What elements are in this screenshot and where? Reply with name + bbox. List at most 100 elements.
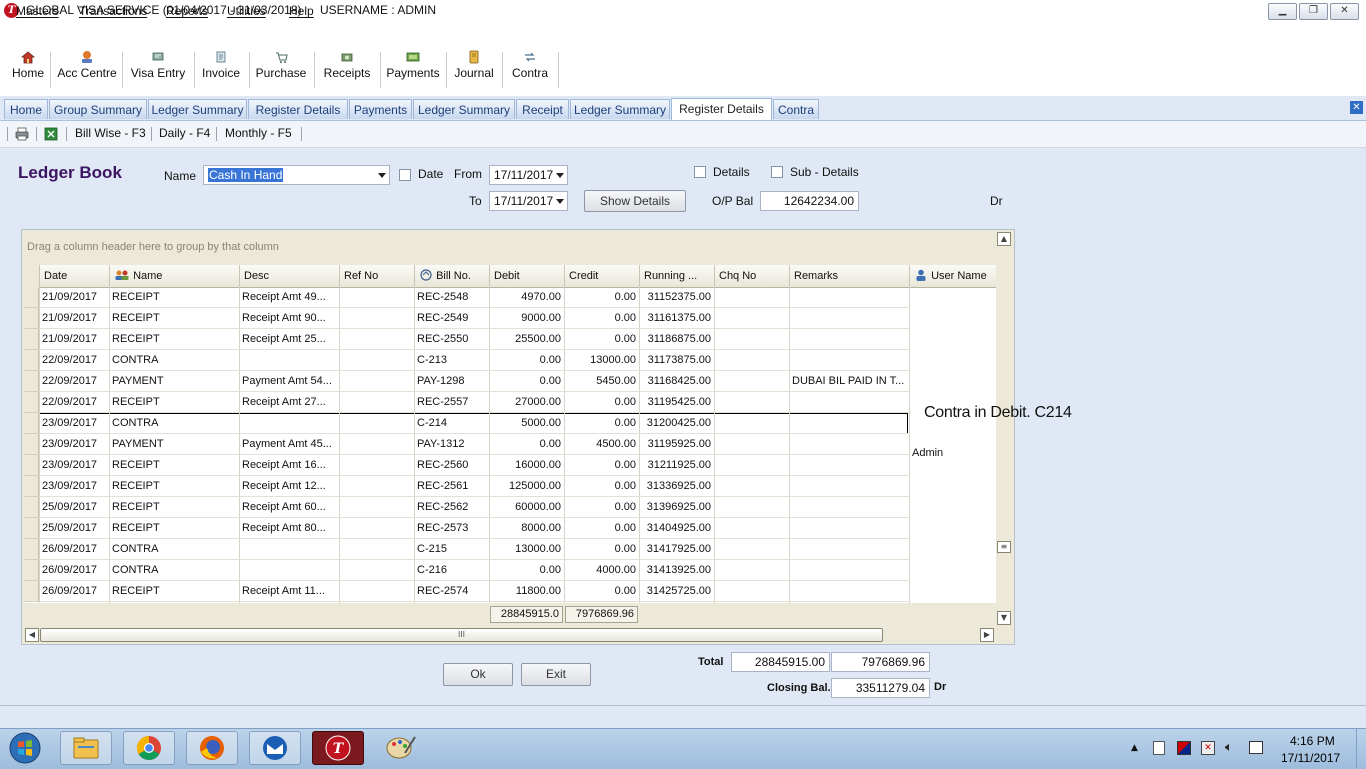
row-selector[interactable] [24, 434, 39, 455]
row-selector[interactable] [24, 539, 39, 560]
print-icon[interactable] [14, 126, 30, 142]
row-selector[interactable] [24, 581, 39, 602]
ledger-name-combobox[interactable]: Cash In Hand [203, 165, 390, 185]
table-row[interactable]: 25/09/2017 RECEIPT Receipt Amt 60... REC-25… [24, 497, 996, 518]
tray-network-icon[interactable]: ✕ [1201, 741, 1215, 755]
table-row[interactable]: 26/09/2017 CONTRA C-215 13000.00 0.00 3141792… [24, 539, 996, 560]
row-selector[interactable] [24, 476, 39, 497]
tab-group-summary[interactable]: Group Summary [49, 99, 147, 119]
toolbar-home-button[interactable]: Home [8, 50, 48, 90]
tab-register-details[interactable]: Register Details [248, 99, 348, 119]
chrome-icon[interactable] [123, 731, 175, 765]
scroll-right-icon[interactable]: ▶ [980, 628, 994, 642]
minimize-button[interactable]: ▁ [1268, 3, 1297, 20]
details-checkbox[interactable] [694, 166, 706, 178]
row-selector[interactable] [24, 392, 39, 413]
daily-button[interactable]: Daily - F4 [159, 126, 210, 140]
toolbar-invoice-button[interactable]: Invoice [198, 50, 244, 90]
date-checkbox[interactable] [399, 169, 411, 181]
column-header-desc[interactable]: Desc [239, 265, 339, 287]
table-row-selected[interactable]: 23/09/2017 CONTRA C-214 5000.00 0.00 31200425… [24, 413, 996, 434]
toolbar-visa-entry-button[interactable]: Visa Entry [128, 50, 188, 90]
scroll-thumb[interactable]: ≡ [997, 541, 1011, 553]
chevron-down-icon[interactable] [556, 173, 564, 178]
row-selector[interactable] [24, 560, 39, 581]
table-row[interactable]: 21/09/2017 RECEIPT Receipt Amt 49... REC-25… [24, 287, 996, 308]
table-row[interactable]: 25/09/2017 RECEIPT Receipt Amt 80... REC-25… [24, 518, 996, 539]
clock-date[interactable]: 17/11/2017 [1281, 751, 1340, 765]
tray-flag-icon[interactable] [1177, 741, 1191, 755]
scroll-up-icon[interactable]: ▲ [997, 232, 1011, 246]
ok-button[interactable]: Ok [443, 663, 513, 686]
toolbar-receipts-button[interactable]: Receipts [320, 50, 374, 90]
windows-start-icon[interactable] [4, 730, 46, 766]
table-row[interactable]: 23/09/2017 RECEIPT Receipt Amt 12... REC-25… [24, 476, 996, 497]
to-date-picker[interactable]: 17/11/2017 [489, 191, 568, 211]
toolbar-contra-button[interactable]: Contra [508, 50, 552, 90]
tray-volume-icon[interactable]: 🔈︎ [1225, 740, 1233, 755]
file-explorer-icon[interactable] [60, 731, 112, 765]
column-header-chq-no[interactable]: Chq No [714, 265, 789, 287]
tab-contra[interactable]: Contra [773, 99, 819, 119]
tab-register-details-active[interactable]: Register Details [671, 98, 772, 120]
column-header-debit[interactable]: Debit [489, 265, 564, 287]
row-selector[interactable] [24, 308, 39, 329]
row-selector[interactable] [24, 497, 39, 518]
column-header-bill-no[interactable]: Bill No. [414, 265, 489, 287]
menu-transactions[interactable]: Transactions [79, 4, 147, 18]
column-header-running[interactable]: Running ... [639, 265, 714, 287]
row-selector[interactable] [24, 455, 39, 476]
menu-help[interactable]: Help [289, 4, 314, 18]
tab-ledger-summary[interactable]: Ledger Summary [413, 99, 515, 119]
show-desktop-button[interactable] [1356, 729, 1366, 768]
sub-details-checkbox[interactable] [771, 166, 783, 178]
tray-device-icon[interactable] [1153, 741, 1165, 755]
table-row[interactable]: 22/09/2017 PAYMENT Payment Amt 54... PAY-12… [24, 371, 996, 392]
tray-action-center-icon[interactable] [1249, 741, 1263, 754]
toolbar-purchase-button[interactable]: Purchase [254, 50, 308, 90]
tab-home[interactable]: Home [4, 99, 48, 119]
table-row[interactable]: 23/09/2017 RECEIPT Receipt Amt 16... REC-25… [24, 455, 996, 476]
row-selector[interactable] [24, 350, 39, 371]
show-details-button[interactable]: Show Details [584, 190, 686, 212]
excel-export-icon[interactable] [43, 126, 59, 142]
row-selector[interactable] [24, 518, 39, 539]
tab-receipt[interactable]: Receipt [516, 99, 569, 119]
scroll-down-icon[interactable]: ▼ [997, 611, 1011, 625]
row-selector[interactable] [24, 287, 39, 308]
vertical-scrollbar[interactable] [996, 231, 1013, 626]
row-selector[interactable] [24, 329, 39, 350]
column-header-user-name[interactable]: User Name [909, 265, 996, 287]
clock-time[interactable]: 4:16 PM [1290, 734, 1335, 748]
chevron-down-icon[interactable] [378, 173, 386, 178]
tab-ledger-summary[interactable]: Ledger Summary [570, 99, 670, 119]
tab-payments[interactable]: Payments [349, 99, 412, 119]
row-selector[interactable] [24, 413, 39, 434]
from-date-picker[interactable]: 17/11/2017 [489, 165, 568, 185]
restore-button[interactable]: ❐ [1299, 3, 1328, 20]
toolbar-journal-button[interactable]: Journal [450, 50, 498, 90]
close-tab-icon[interactable]: ✕ [1350, 101, 1363, 114]
firefox-icon[interactable] [186, 731, 238, 765]
table-row[interactable]: 26/09/2017 CONTRA C-216 0.00 4000.00 31413925… [24, 560, 996, 581]
paint-icon[interactable] [375, 731, 427, 765]
column-header-remarks[interactable]: Remarks [789, 265, 909, 287]
thunderbird-icon[interactable] [249, 731, 301, 765]
bill-wise-button[interactable]: Bill Wise - F3 [75, 126, 146, 140]
row-selector[interactable] [24, 371, 39, 392]
column-header-name[interactable]: Name [109, 265, 239, 287]
scroll-left-icon[interactable]: ◀ [25, 628, 39, 642]
table-row[interactable]: 22/09/2017 CONTRA C-213 0.00 13000.00 3117387… [24, 350, 996, 371]
table-row[interactable]: 21/09/2017 RECEIPT Receipt Amt 25... REC-25… [24, 329, 996, 350]
table-row[interactable]: 26/09/2017 RECEIPT Receipt Amt 11... REC-25… [24, 581, 996, 602]
menu-reports[interactable]: Reports [166, 4, 208, 18]
close-window-button[interactable]: ✕ [1330, 3, 1359, 20]
visa-app-icon[interactable]: T [312, 731, 364, 765]
menu-utilities[interactable]: Utilities [227, 4, 266, 18]
chevron-down-icon[interactable] [556, 199, 564, 204]
tray-expand-icon[interactable]: ▲ [1131, 743, 1138, 753]
column-header-credit[interactable]: Credit [564, 265, 639, 287]
tab-ledger-summary[interactable]: Ledger Summary [148, 99, 247, 119]
toolbar-acc-centre-button[interactable]: Acc Centre [56, 50, 118, 90]
menu-masters[interactable]: Masters [16, 4, 59, 18]
